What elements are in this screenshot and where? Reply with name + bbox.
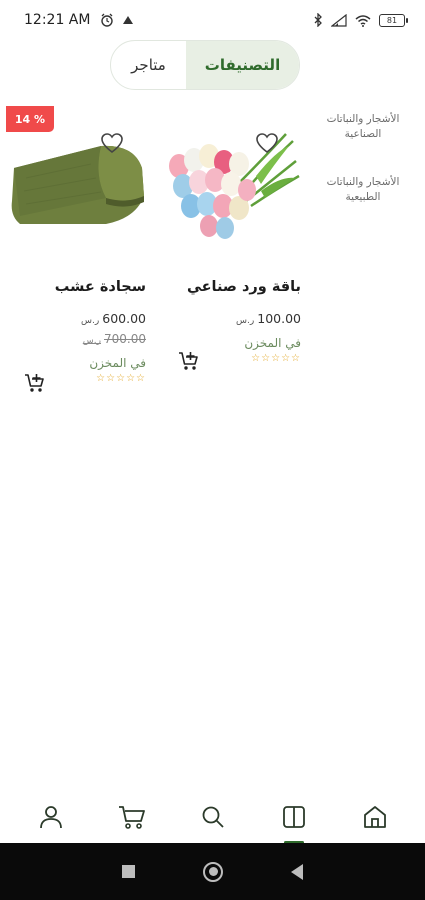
heart-icon[interactable] [100,132,124,154]
app-notification-icon [123,16,134,24]
cart-icon [118,805,145,829]
categories-icon [282,805,305,828]
nav-profile[interactable] [29,795,73,839]
product-name[interactable]: باقة ورد صناعي [161,279,301,295]
tab-stores[interactable]: متاجر [111,41,186,89]
back-icon[interactable] [291,863,303,880]
status-system-icons: 81 [313,13,408,27]
system-navigation-bar [0,843,425,900]
category-sidebar: الأشجار والنباتات الصناعية الأشجار والنب… [313,112,413,238]
heart-icon[interactable] [255,132,279,154]
old-price-currency: ر.س [82,336,101,346]
price-currency: ر.س [236,316,255,326]
home-button-icon[interactable] [203,861,223,882]
nav-search[interactable] [191,795,235,839]
product-name[interactable]: سجادة عشب [6,279,146,295]
status-bar: 12:21 AM 81 [0,0,425,40]
category-item-natural-plants[interactable]: الأشجار والنباتات الطبيعية [313,175,413,205]
home-icon [363,805,386,828]
wifi-icon [355,14,371,27]
profile-icon [39,805,62,828]
product-price: 100.00ر.س [161,311,301,326]
nav-home[interactable] [353,795,397,839]
product-old-price: 700.00ر.س [6,332,146,346]
cart-plus-icon[interactable] [24,372,46,394]
search-icon [202,806,224,828]
tulip-bouquet-image [161,106,301,261]
nav-cart[interactable] [110,795,154,839]
bottom-navigation [0,790,425,844]
recents-icon[interactable] [122,865,135,878]
status-time: 12:21 AM [24,12,91,28]
stock-status: في المخزن [244,336,301,350]
old-price-value: 700.00 [104,332,146,346]
category-store-toggle: متاجر التصنيفات [110,40,300,90]
cart-plus-icon[interactable] [178,350,200,372]
category-item-artificial-plants[interactable]: الأشجار والنباتات الصناعية [313,112,413,142]
discount-badge: 14 % [6,106,54,132]
price-value: 100.00 [257,311,301,326]
status-notification-icons [100,13,134,27]
product-card[interactable]: باقة ورد صناعي 100.00ر.س في المخزن ☆☆☆☆☆ [161,106,301,370]
price-value: 600.00 [102,311,146,326]
tab-categories[interactable]: التصنيفات [186,41,299,89]
price-currency: ر.س [81,316,100,326]
product-image[interactable] [161,106,301,261]
product-card[interactable]: 14 % سجادة عشب 600.00ر.س 700.00ر.س في ال… [6,106,146,392]
product-price: 600.00ر.س [6,311,146,326]
nav-categories[interactable] [272,795,316,844]
stock-status: في المخزن [89,356,146,370]
signal-icon [331,13,347,27]
battery-level: 81 [386,15,398,25]
battery-icon: 81 [379,13,408,27]
bluetooth-icon [314,13,322,27]
alarm-icon [101,13,114,27]
product-image[interactable]: 14 % [6,106,146,261]
